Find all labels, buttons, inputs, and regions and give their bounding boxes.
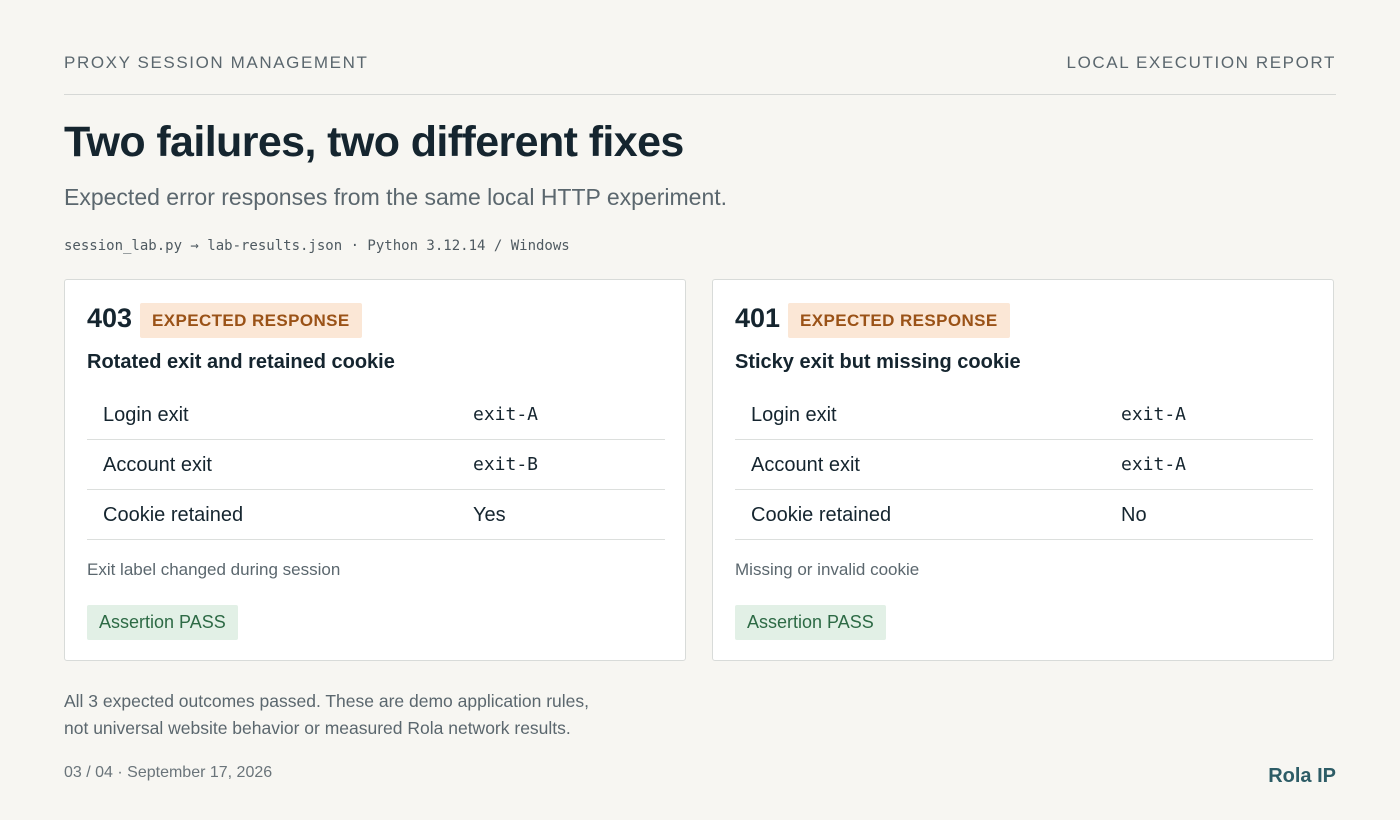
table-row: Account exit exit-A xyxy=(735,440,1313,490)
result-table: Login exit exit-A Account exit exit-B Co… xyxy=(87,390,665,540)
row-label: Account exit xyxy=(103,454,212,476)
brand-logo-text: Rola IP xyxy=(1268,765,1336,787)
page-title: Two failures, two different fixes xyxy=(64,118,684,166)
table-row: Login exit exit-A xyxy=(735,390,1313,440)
table-row: Cookie retained No xyxy=(735,490,1313,540)
row-value: No xyxy=(1121,504,1147,526)
card-title: Rotated exit and retained cookie xyxy=(87,351,395,373)
failure-note: Exit label changed during session xyxy=(87,560,341,579)
row-label: Cookie retained xyxy=(751,504,892,526)
result-card-401: 401 EXPECTED RESPONSE Sticky exit but mi… xyxy=(712,279,1334,661)
expected-response-badge: EXPECTED RESPONSE xyxy=(140,303,362,338)
footnote-line: not universal website behavior or measur… xyxy=(64,718,571,738)
result-table: Login exit exit-A Account exit exit-A Co… xyxy=(735,390,1313,540)
row-value: Yes xyxy=(473,504,506,526)
card-title: Sticky exit but missing cookie xyxy=(735,351,1021,373)
expected-response-badge: EXPECTED RESPONSE xyxy=(788,303,1010,338)
row-value: exit-A xyxy=(1121,454,1187,475)
table-row: Login exit exit-A xyxy=(87,390,665,440)
status-code: 403 xyxy=(87,303,133,333)
report-slide: PROXY SESSION MANAGEMENT LOCAL EXECUTION… xyxy=(64,0,1336,820)
assertion-badge: Assertion PASS xyxy=(735,605,886,640)
table-row: Cookie retained Yes xyxy=(87,490,665,540)
table-row: Account exit exit-B xyxy=(87,440,665,490)
row-label: Cookie retained xyxy=(103,504,244,526)
row-value: exit-B xyxy=(473,454,539,475)
footnote-line: All 3 expected outcomes passed. These ar… xyxy=(64,691,589,711)
result-card-403: 403 EXPECTED RESPONSE Rotated exit and r… xyxy=(64,279,686,661)
row-value: exit-A xyxy=(473,404,539,425)
assertion-badge: Assertion PASS xyxy=(87,605,238,640)
run-metadata: session_lab.py → lab-results.json · Pyth… xyxy=(64,238,570,254)
row-value: exit-A xyxy=(1121,404,1187,425)
row-label: Account exit xyxy=(751,454,860,476)
failure-note: Missing or invalid cookie xyxy=(735,560,920,579)
section-label: PROXY SESSION MANAGEMENT xyxy=(64,53,369,72)
row-label: Login exit xyxy=(103,404,189,426)
page-info: 03 / 04 · September 17, 2026 xyxy=(64,764,273,781)
report-type-label: LOCAL EXECUTION REPORT xyxy=(1066,53,1336,72)
row-label: Login exit xyxy=(751,404,837,426)
header: PROXY SESSION MANAGEMENT LOCAL EXECUTION… xyxy=(64,54,1336,95)
status-code: 401 xyxy=(735,303,781,333)
footnote: All 3 expected outcomes passed. These ar… xyxy=(64,688,664,742)
page-subtitle: Expected error responses from the same l… xyxy=(64,184,728,210)
